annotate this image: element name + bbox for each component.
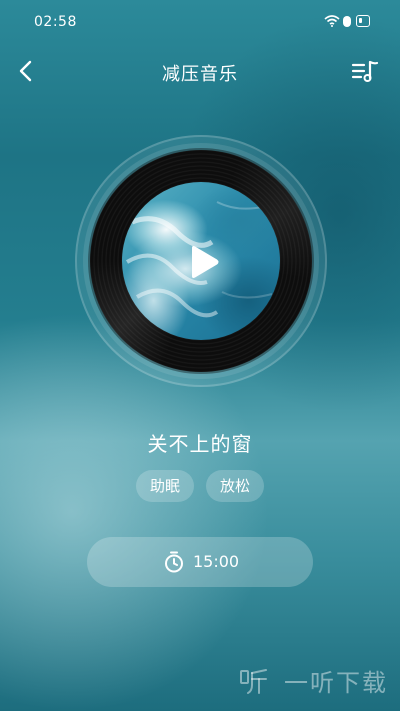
page-title: 减压音乐 bbox=[162, 64, 238, 85]
status-time: 02:58 bbox=[34, 14, 77, 30]
playlist-music-icon bbox=[351, 60, 379, 82]
play-button[interactable] bbox=[186, 244, 220, 280]
disc-player bbox=[75, 135, 327, 387]
watermark-text: 一听下载 bbox=[284, 669, 388, 697]
watermark: 一听下载 bbox=[238, 663, 388, 699]
stopwatch-icon bbox=[163, 551, 185, 573]
watermark-logo-icon bbox=[238, 665, 270, 697]
battery-icon bbox=[356, 15, 370, 27]
vinyl-record bbox=[90, 150, 312, 372]
track-title: 关不上的窗 bbox=[147, 432, 253, 456]
timer-button[interactable]: 15:00 bbox=[87, 537, 313, 587]
play-icon bbox=[192, 246, 219, 278]
tag-relax[interactable]: 放松 bbox=[206, 470, 265, 502]
alarm-icon bbox=[343, 16, 351, 27]
playlist-button[interactable] bbox=[350, 56, 380, 86]
app-screen: 02:58 减压音乐 关不上的窗 助眠 放松 15:00 一听下载 bbox=[0, 0, 400, 711]
status-bar: 02:58 bbox=[0, 0, 400, 44]
tag-list: 助眠 放松 bbox=[0, 470, 400, 502]
wifi-icon bbox=[324, 15, 340, 31]
header: 减压音乐 bbox=[0, 48, 400, 94]
timer-value: 15:00 bbox=[193, 552, 240, 571]
tag-sleep[interactable]: 助眠 bbox=[135, 470, 194, 502]
